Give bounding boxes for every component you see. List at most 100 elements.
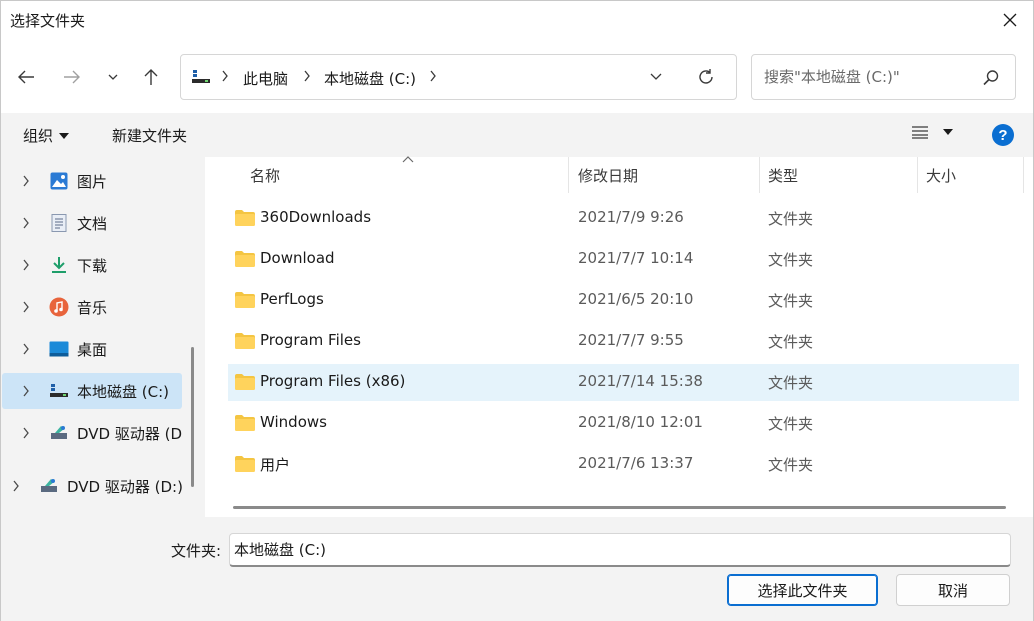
file-name: Windows [260,413,327,431]
address-dropdown-icon[interactable] [649,70,663,84]
file-type: 文件夹 [768,210,814,228]
file-date: 2021/7/7 9:55 [578,331,684,349]
organize-label: 组织 [23,127,54,145]
file-type: 文件夹 [768,251,814,269]
organize-button[interactable]: 组织 [23,125,70,146]
close-icon [1003,13,1017,27]
horizontal-scrollbar[interactable] [233,506,1006,509]
column-header-size[interactable]: 大小 [926,157,956,193]
column-divider[interactable] [759,157,760,193]
dialog-title: 选择文件夹 [10,12,86,30]
select-folder-button[interactable]: 选择此文件夹 [727,574,878,606]
chevron-right-icon[interactable] [22,259,30,271]
file-name: 360Downloads [260,208,372,226]
file-name: Program Files [260,331,361,349]
chevron-right-icon [430,70,436,82]
chevron-right-icon[interactable] [22,217,30,229]
column-header-date[interactable]: 修改日期 [578,157,638,193]
folder-icon [235,374,255,390]
table-row[interactable]: 360Downloads 2021/7/9 9:26 文件夹 [228,200,1019,237]
chevron-right-icon [222,70,228,82]
column-divider[interactable] [568,157,569,193]
sidebar-item-documents[interactable]: 文档 [19,205,189,241]
sidebar-item-dvd-drive-root[interactable]: DVD 驱动器 (D:) [9,468,185,504]
help-button[interactable]: ? [992,124,1014,146]
sidebar-item-desktop[interactable]: 桌面 [19,331,189,367]
breadcrumb-this-pc[interactable]: 此电脑 [243,68,288,89]
chevron-right-icon[interactable] [22,385,30,397]
sidebar-scrollbar[interactable] [191,347,194,487]
dialog-footer: 文件夹: 选择此文件夹 取消 [1,517,1033,621]
sidebar-item-label: 文档 [77,214,108,233]
sidebar-item-dvd-drive[interactable]: DVD 驱动器 (D [19,415,185,451]
caret-down-icon [59,132,70,139]
file-list: 名称 修改日期 类型 大小 360Downloads 2021/7/9 9:26… [205,156,1033,517]
table-row[interactable]: PerfLogs 2021/6/5 20:10 文件夹 [228,282,1019,319]
file-date: 2021/8/10 12:01 [578,413,703,431]
chevron-right-icon[interactable] [22,175,30,187]
search-icon[interactable] [982,69,1000,87]
table-row-selected[interactable]: Program Files (x86) 2021/7/14 15:38 文件夹 [228,364,1019,401]
dvd-icon [49,423,69,443]
table-row[interactable]: Windows 2021/8/10 12:01 文件夹 [228,405,1019,442]
forward-button[interactable] [58,63,86,91]
arrow-right-icon [64,70,80,84]
chevron-down-icon [108,74,118,80]
list-view-icon [912,126,928,139]
file-type: 文件夹 [768,333,814,351]
navigation-bar: 此电脑 本地磁盘 (C:) [1,41,1033,113]
column-header-name[interactable]: 名称 [250,157,280,193]
sidebar-item-label: 桌面 [77,340,108,359]
drive-icon [49,381,69,401]
folder-label: 文件夹: [171,542,222,560]
search-input[interactable] [752,55,977,99]
folder-icon [235,210,255,226]
cancel-button[interactable]: 取消 [896,574,1010,606]
refresh-icon[interactable] [697,68,715,86]
recent-locations-button[interactable] [99,63,127,91]
breadcrumb-local-disk[interactable]: 本地磁盘 (C:) [324,68,416,89]
arrow-left-icon [18,70,34,84]
folder-icon [235,456,255,472]
file-name: PerfLogs [260,290,324,308]
chevron-right-icon[interactable] [22,427,30,439]
chevron-right-icon[interactable] [22,343,30,355]
column-divider[interactable] [1023,157,1024,193]
folder-field[interactable] [229,533,1011,567]
folder-icon [235,415,255,431]
column-header-type[interactable]: 类型 [768,157,798,193]
this-pc-icon [192,70,210,83]
desktop-icon [49,339,69,359]
file-date: 2021/7/9 9:26 [578,208,684,226]
sidebar-item-music[interactable]: 音乐 [19,289,189,325]
new-folder-button[interactable]: 新建文件夹 [112,125,187,146]
file-type: 文件夹 [768,374,814,392]
sidebar-item-label: 本地磁盘 (C:) [77,382,169,401]
table-row[interactable]: Program Files 2021/7/7 9:55 文件夹 [228,323,1019,360]
sidebar-item-downloads[interactable]: 下载 [19,247,189,283]
table-row[interactable]: 用户 2021/7/6 13:37 文件夹 [228,446,1019,483]
table-row[interactable]: Download 2021/7/7 10:14 文件夹 [228,241,1019,278]
sidebar-item-label: DVD 驱动器 (D:) [67,477,183,496]
title-bar: 选择文件夹 [1,1,1033,41]
chevron-right-icon[interactable] [22,301,30,313]
caret-down-icon [943,129,953,135]
sort-ascending-icon [402,156,414,163]
file-date: 2021/7/14 15:38 [578,372,703,390]
sidebar-item-local-disk-c[interactable]: 本地磁盘 (C:) [2,373,182,409]
sidebar-item-pictures[interactable]: 图片 [19,163,189,199]
chevron-right-icon[interactable] [12,480,20,492]
file-type: 文件夹 [768,292,814,310]
download-icon [49,255,69,275]
view-options-button[interactable] [911,125,953,139]
command-bar: 组织 新建文件夹 ? [1,113,1033,157]
column-divider[interactable] [917,157,918,193]
address-bar[interactable]: 此电脑 本地磁盘 (C:) [180,54,737,100]
back-button[interactable] [12,63,40,91]
close-button[interactable] [995,7,1025,33]
file-date: 2021/7/6 13:37 [578,454,694,472]
up-button[interactable] [137,63,165,91]
folder-picker-dialog: 选择文件夹 此电脑 本地磁盘 (C:) 搜索"本地磁盘 (C:)" 组织 新建文… [0,0,1034,621]
file-name: 用户 [260,456,291,474]
sidebar-item-label: 下载 [77,256,108,275]
